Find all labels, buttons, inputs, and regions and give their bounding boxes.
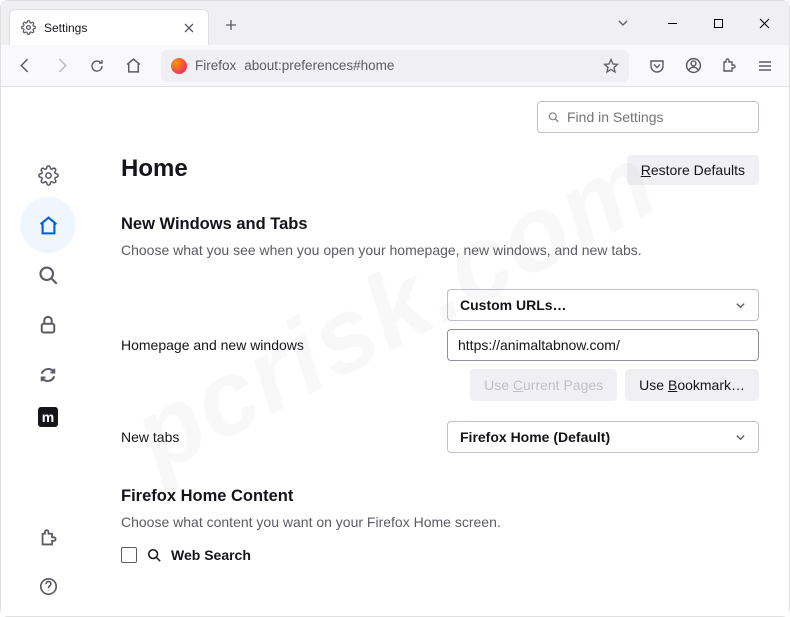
- websearch-checkbox[interactable]: [121, 547, 137, 563]
- tab-title: Settings: [44, 21, 172, 35]
- app-menu-button[interactable]: [749, 50, 781, 82]
- forward-button[interactable]: [45, 50, 77, 82]
- reload-button[interactable]: [81, 50, 113, 82]
- newtabs-label: New tabs: [121, 429, 447, 445]
- newtabs-select[interactable]: Firefox Home (Default): [447, 421, 759, 453]
- window-controls: [649, 1, 787, 45]
- section-desc-home-content: Choose what content you want on your Fir…: [121, 512, 759, 533]
- minimize-button[interactable]: [649, 1, 695, 45]
- use-bookmark-button[interactable]: Use Bookmark…: [625, 369, 759, 401]
- search-icon: [147, 548, 161, 562]
- home-button[interactable]: [117, 50, 149, 82]
- sidebar: m: [1, 87, 95, 616]
- homepage-select[interactable]: Custom URLs…: [447, 289, 759, 321]
- close-icon[interactable]: [180, 19, 198, 37]
- content-area: m Home Restore Defaults New Windows and …: [1, 87, 789, 616]
- close-window-button[interactable]: [741, 1, 787, 45]
- browser-tab[interactable]: Settings: [9, 9, 209, 45]
- section-title-home-content: Firefox Home Content: [121, 487, 759, 506]
- sidebar-item-search[interactable]: [30, 257, 66, 293]
- homepage-label: Homepage and new windows: [121, 337, 447, 353]
- homepage-url-input[interactable]: [447, 329, 759, 361]
- account-button[interactable]: [677, 50, 709, 82]
- section-desc-windows-tabs: Choose what you see when you open your h…: [121, 240, 759, 261]
- main-panel: Home Restore Defaults New Windows and Ta…: [95, 87, 789, 616]
- section-title-windows-tabs: New Windows and Tabs: [121, 215, 759, 234]
- urlbar-label: Firefox: [195, 58, 236, 73]
- settings-search-input[interactable]: [567, 109, 748, 125]
- settings-search-box[interactable]: [537, 101, 759, 133]
- new-tab-button[interactable]: [217, 11, 245, 39]
- sidebar-item-privacy[interactable]: [30, 307, 66, 343]
- bookmark-star-icon[interactable]: [603, 58, 619, 74]
- use-current-pages-button[interactable]: Use Current Pages: [470, 369, 617, 401]
- pocket-button[interactable]: [641, 50, 673, 82]
- sidebar-item-sync[interactable]: [30, 357, 66, 393]
- maximize-button[interactable]: [695, 1, 741, 45]
- sidebar-item-home[interactable]: [30, 207, 66, 243]
- extensions-button[interactable]: [713, 50, 745, 82]
- chevron-down-icon: [735, 432, 746, 443]
- chevron-down-icon: [735, 300, 746, 311]
- page-title: Home: [121, 155, 188, 183]
- search-icon: [548, 110, 559, 124]
- titlebar: Settings: [1, 1, 789, 45]
- urlbar-url: about:preferences#home: [244, 58, 394, 73]
- websearch-label: Web Search: [171, 547, 251, 563]
- sidebar-item-more[interactable]: m: [38, 407, 58, 427]
- url-bar[interactable]: Firefox about:preferences#home: [161, 50, 629, 82]
- gear-icon: [20, 20, 36, 36]
- back-button[interactable]: [9, 50, 41, 82]
- firefox-icon: [171, 58, 187, 74]
- sidebar-item-help[interactable]: [30, 568, 66, 604]
- toolbar: Firefox about:preferences#home: [1, 45, 789, 87]
- restore-defaults-button[interactable]: Restore Defaults: [627, 155, 759, 185]
- sidebar-item-extensions[interactable]: [30, 520, 66, 556]
- sidebar-item-general[interactable]: [30, 157, 66, 193]
- tabs-dropdown-button[interactable]: [609, 1, 637, 45]
